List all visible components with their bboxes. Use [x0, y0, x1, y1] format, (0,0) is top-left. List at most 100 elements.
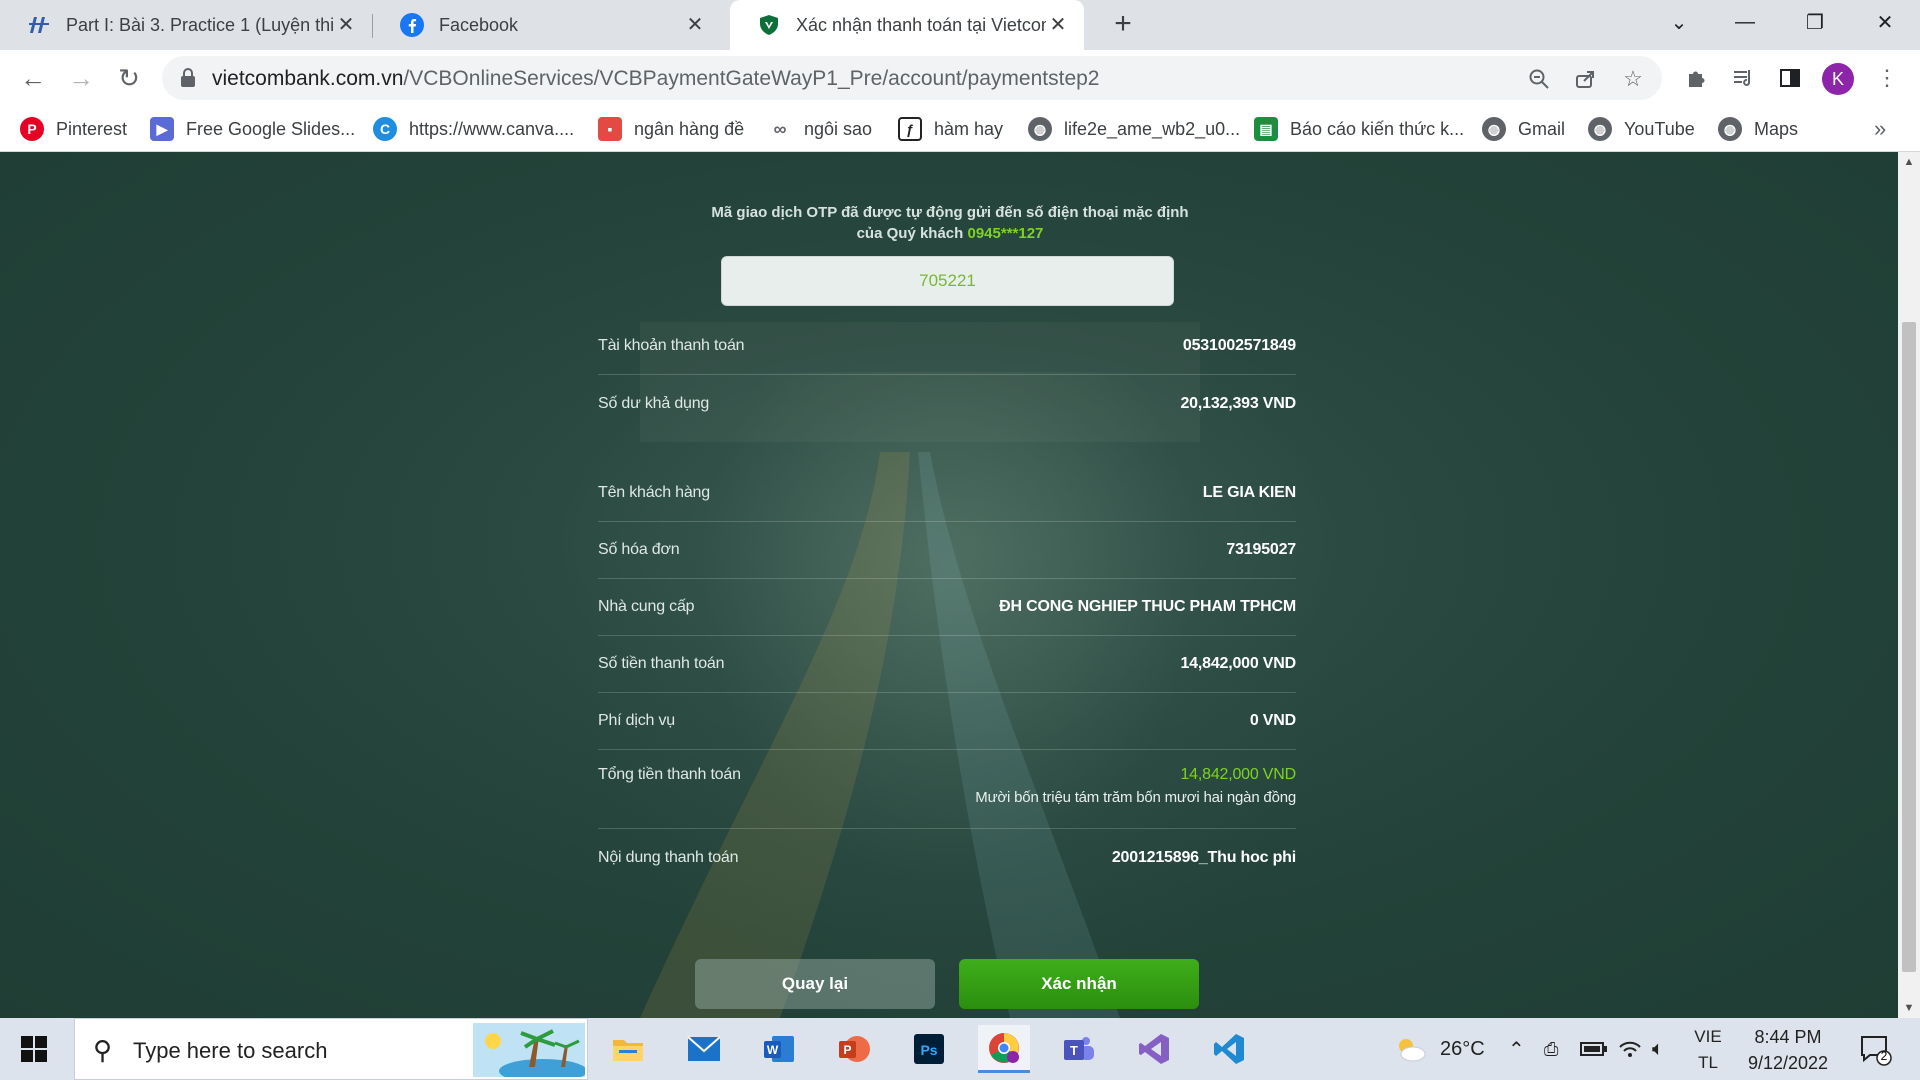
- system-clock[interactable]: 8:44 PM 9/12/2022: [1738, 1024, 1838, 1076]
- address-bar[interactable]: vietcombank.com.vn/VCBOnlineServices/VCB…: [162, 56, 1662, 100]
- bookmark-label: ngôi sao: [804, 118, 873, 139]
- menu-icon[interactable]: ⋮: [1872, 63, 1902, 93]
- bookmark-ham-hay[interactable]: ƒ hàm hay: [898, 114, 1003, 144]
- otp-input[interactable]: 705221: [721, 256, 1174, 306]
- back-arrow-icon[interactable]: ←: [16, 61, 50, 95]
- bookmark-ngoi-sao[interactable]: ∞ ngôi sao: [768, 114, 872, 144]
- bookmark-label: Báo cáo kiến thức k...: [1290, 118, 1465, 139]
- notification-center-icon[interactable]: 2: [1858, 1032, 1892, 1066]
- bookmark-star-icon[interactable]: ☆: [1620, 66, 1646, 92]
- pinterest-icon: P: [20, 117, 44, 141]
- battery-icon[interactable]: [1580, 1018, 1608, 1080]
- reload-icon[interactable]: ↻: [112, 61, 146, 95]
- canva-icon: C: [373, 117, 397, 141]
- tab-facebook[interactable]: Facebook ✕: [373, 0, 721, 50]
- bookmark-pinterest[interactable]: P Pinterest: [20, 114, 127, 144]
- detail-row-customer: Tên khách hàng LE GIA KIEN: [598, 465, 1296, 522]
- otp-message-text: Mã giao dịch OTP đã được tự động gửi đến…: [711, 204, 1189, 242]
- close-tab-icon[interactable]: ✕: [683, 13, 707, 37]
- bookmark-ngan-hang-de[interactable]: ▪ ngân hàng đề: [598, 114, 744, 144]
- bookmark-label: life2e_ame_wb2_u0...: [1064, 118, 1241, 139]
- photoshop-icon[interactable]: Ps: [903, 1025, 955, 1073]
- detail-label: Phí dịch vụ: [598, 712, 675, 729]
- mail-icon[interactable]: [678, 1025, 730, 1073]
- detail-label: Tên khách hàng: [598, 484, 710, 501]
- vscode-icon[interactable]: [1203, 1025, 1255, 1073]
- bookmark-life2e[interactable]: ◍ life2e_ame_wb2_u0...: [1028, 114, 1240, 144]
- close-window-button[interactable]: ✕: [1852, 0, 1918, 44]
- scroll-up-arrow-icon[interactable]: ▲: [1898, 152, 1920, 172]
- total-amount-in-words: Mười bốn triệu tám trăm bốn mươi hai ngà…: [975, 789, 1296, 806]
- new-tab-button[interactable]: +: [1108, 9, 1138, 40]
- detail-value: 20,132,393 VND: [1180, 394, 1296, 412]
- tab-search-icon[interactable]: ⌄: [1646, 0, 1712, 44]
- restore-button[interactable]: ❐: [1782, 0, 1848, 44]
- close-tab-icon[interactable]: ✕: [1046, 13, 1070, 37]
- volume-icon[interactable]: 🔈︎: [1652, 1018, 1664, 1080]
- weather-widget[interactable]: 26°C: [1392, 1018, 1485, 1080]
- input-language[interactable]: VIE TL: [1690, 1024, 1726, 1076]
- minimize-button[interactable]: —: [1712, 0, 1778, 44]
- word-icon[interactable]: W: [753, 1025, 805, 1073]
- tab-title: Part I: Bài 3. Practice 1 (Luyện thi: [66, 14, 334, 35]
- confirm-button[interactable]: Xác nhận: [959, 959, 1199, 1009]
- visual-studio-icon[interactable]: [1128, 1025, 1180, 1073]
- side-panel-icon[interactable]: [1775, 63, 1805, 93]
- profile-avatar[interactable]: K: [1822, 63, 1854, 95]
- bookmark-google-slides[interactable]: ▶ Free Google Slides...: [150, 114, 355, 144]
- browser-toolbar: ← → ↻ vietcombank.com.vn/VCBOnlineServic…: [0, 50, 1920, 106]
- weather-partly-sunny-icon: [1399, 1039, 1426, 1062]
- bookmark-gmail[interactable]: ◍ Gmail: [1482, 114, 1565, 144]
- bookmark-label: https://www.canva....: [409, 118, 575, 139]
- globe-icon: ◍: [1588, 117, 1612, 141]
- chrome-icon[interactable]: [978, 1025, 1030, 1073]
- share-icon[interactable]: [1572, 66, 1598, 92]
- detail-value: 0 VND: [1249, 712, 1296, 729]
- detail-label: Tài khoản thanh toán: [598, 337, 745, 354]
- detail-value-block: 14,842,000 VND Mười bốn triệu tám trăm b…: [975, 766, 1296, 806]
- globe-icon: ◍: [1028, 117, 1052, 141]
- clock-date: 9/12/2022: [1747, 1053, 1829, 1073]
- teams-icon[interactable]: T: [1053, 1025, 1105, 1073]
- tab-vietcombank[interactable]: Xác nhận thanh toán tại Vietcom ✕: [730, 0, 1084, 50]
- media-control-icon[interactable]: [1728, 63, 1758, 93]
- svg-text:Ps: Ps: [920, 1042, 937, 1058]
- more-bookmarks-icon[interactable]: »: [1874, 116, 1886, 142]
- show-hidden-icons[interactable]: ⌃: [1508, 1018, 1525, 1080]
- windows-start-icon[interactable]: [18, 1033, 50, 1065]
- vietcombank-shield-icon: [756, 12, 782, 38]
- bookmark-label: Gmail: [1518, 118, 1566, 139]
- otp-message: Mã giao dịch OTP đã được tự động gửi đến…: [700, 202, 1200, 244]
- globe-icon: ◍: [1482, 117, 1506, 141]
- scrollbar-thumb[interactable]: [1902, 322, 1916, 972]
- bookmark-label: Free Google Slides...: [186, 118, 356, 139]
- detail-row-content: Nội dung thanh toán 2001215896_Thu hoc p…: [598, 829, 1296, 886]
- detail-value: LE GIA KIEN: [1202, 484, 1296, 501]
- meet-now-icon[interactable]: ⎙: [1544, 1018, 1558, 1080]
- close-tab-icon[interactable]: ✕: [334, 13, 358, 37]
- zoom-icon[interactable]: [1526, 66, 1552, 92]
- bookmark-canva[interactable]: C https://www.canva....: [373, 114, 574, 144]
- url-text: vietcombank.com.vn/VCBOnlineServices/VCB…: [212, 67, 1099, 91]
- detail-value: 14,842,000 VND: [1180, 655, 1296, 672]
- bookmark-bao-cao[interactable]: ▤ Báo cáo kiến thức k...: [1254, 114, 1464, 144]
- facebook-icon: [399, 12, 425, 38]
- sheet-icon: ▤: [1254, 117, 1278, 141]
- taskbar-search-box[interactable]: ⚲ Type here to search: [74, 1018, 588, 1080]
- lock-icon: [181, 68, 195, 87]
- detail-value: 2001215896_Thu hoc phi: [1111, 848, 1296, 866]
- file-explorer-icon[interactable]: [602, 1025, 654, 1073]
- detail-label: Số hóa đơn: [598, 541, 680, 558]
- bookmark-youtube[interactable]: ◍ YouTube: [1588, 114, 1695, 144]
- tab-practice[interactable]: Part I: Bài 3. Practice 1 (Luyện thi ✕: [0, 0, 372, 50]
- wifi-icon[interactable]: [1618, 1018, 1642, 1080]
- page-scrollbar[interactable]: ▲ ▼: [1898, 152, 1920, 1018]
- forward-arrow-icon[interactable]: →: [64, 61, 98, 95]
- powerpoint-icon[interactable]: P: [828, 1025, 880, 1073]
- back-button[interactable]: Quay lại: [695, 959, 935, 1009]
- otp-phone-number: 0945***127: [967, 225, 1044, 242]
- extensions-icon[interactable]: [1681, 63, 1711, 93]
- link-icon: ∞: [773, 118, 787, 139]
- scroll-down-arrow-icon[interactable]: ▼: [1898, 998, 1920, 1018]
- bookmark-maps[interactable]: ◍ Maps: [1718, 114, 1798, 144]
